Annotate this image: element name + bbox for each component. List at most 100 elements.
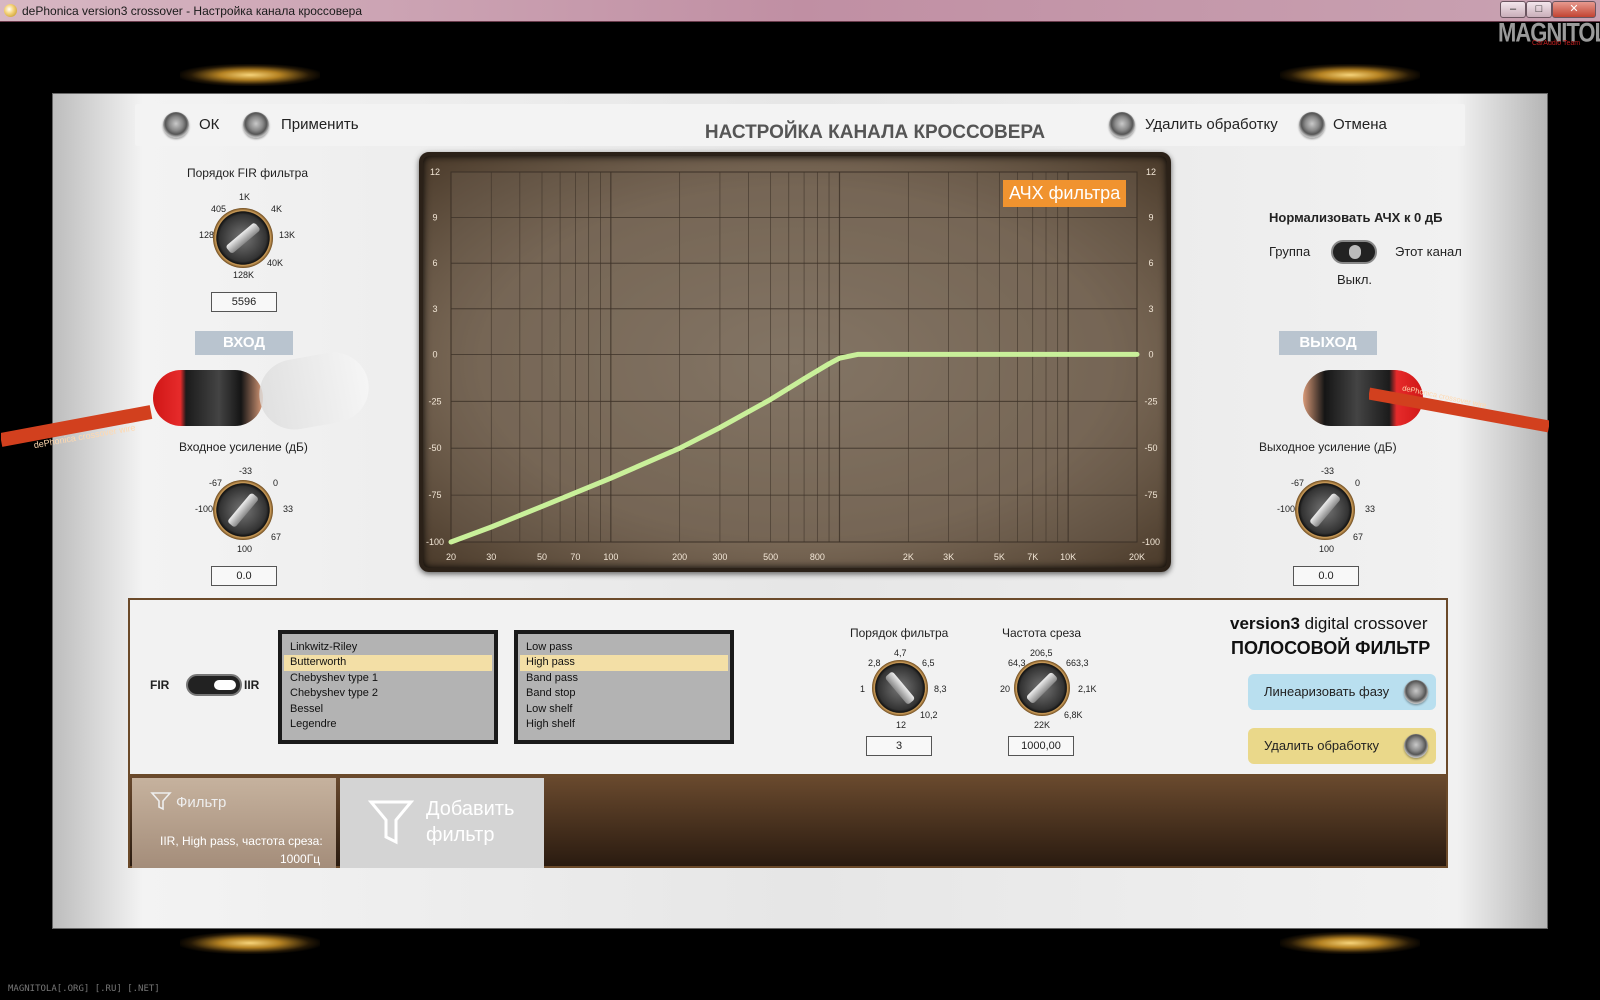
maximize-button[interactable]: □	[1526, 1, 1552, 18]
filter-order-value[interactable]: 3	[866, 736, 932, 756]
remove-filter-indicator	[1404, 734, 1428, 758]
remove-processing-button[interactable]	[1109, 112, 1135, 138]
filter-order-tick: 1	[860, 684, 866, 694]
fir-iir-toggle[interactable]	[186, 674, 242, 696]
types-option[interactable]: Bessel	[284, 702, 492, 717]
x-tick-label: 500	[763, 552, 778, 562]
remove-filter-button[interactable]: Удалить обработку	[1248, 728, 1436, 764]
fir-order-tick: 128K	[233, 270, 255, 280]
cutoff-tick: 20	[1000, 684, 1011, 694]
input-gain-tick: -33	[239, 466, 253, 476]
modes-option[interactable]: Band pass	[520, 671, 728, 686]
funnel-icon	[150, 792, 172, 811]
apply-button[interactable]	[243, 112, 269, 138]
filter-order-knob[interactable]	[872, 660, 928, 716]
y-tick-label: 0	[1148, 349, 1153, 359]
output-gain-knob[interactable]	[1295, 480, 1355, 540]
input-jack[interactable]	[153, 370, 263, 426]
x-tick-label: 20K	[1129, 552, 1145, 562]
y-tick-label: -50	[1144, 443, 1157, 453]
linearize-phase-label: Линеаризовать фазу	[1264, 684, 1390, 699]
types-option[interactable]: Legendre	[284, 717, 492, 732]
add-filter-button[interactable]: Добавить фильтр	[340, 778, 544, 868]
modes-option[interactable]: Band stop	[520, 686, 728, 701]
linearize-phase-button[interactable]: Линеаризовать фазу	[1248, 674, 1436, 710]
lamp-decor	[1280, 64, 1420, 86]
normalize-state: Выкл.	[1337, 272, 1373, 287]
types-option[interactable]: Chebyshev type 2	[284, 686, 492, 701]
cutoff-tick: 663,3	[1066, 658, 1089, 668]
y-tick-label: 0	[432, 349, 437, 359]
normalize-title: Нормализовать АЧХ к 0 дБ	[1269, 210, 1443, 225]
y-tick-label: 12	[1146, 167, 1156, 177]
input-gain-knob[interactable]	[213, 480, 273, 540]
types-option[interactable]: Butterworth	[284, 655, 492, 671]
filter-order-label: Порядок фильтра	[850, 626, 949, 640]
filter-order-tick: 12	[896, 720, 907, 730]
cutoff-tick: 22K	[1034, 720, 1051, 730]
cutoff-value[interactable]: 1000,00	[1008, 736, 1074, 756]
input-gain-tick: 67	[271, 532, 282, 542]
brand-rest: digital crossover	[1299, 614, 1428, 633]
main-panel: ОК Применить НАСТРОЙКА КАНАЛА КРОССОВЕРА…	[1, 93, 1549, 929]
input-jack-body	[253, 346, 375, 436]
types-option[interactable]: Linkwitz-Riley	[284, 640, 492, 655]
frequency-response-chart: 12 12 9 9 6 6 3 3 0 0 -25 -25 -50 -50 -75 -75 -100 -100 20…	[419, 152, 1171, 572]
x-tick-label: 100	[603, 552, 618, 562]
cutoff-tick: 206,5	[1030, 648, 1053, 658]
x-tick-label: 800	[810, 552, 825, 562]
x-tick-label: 5K	[994, 552, 1005, 562]
normalize-group-label: Группа	[1269, 244, 1311, 259]
cancel-label: Отмена	[1333, 116, 1387, 133]
input-gain-value[interactable]: 0.0	[211, 566, 277, 586]
fir-order-value[interactable]: 5596	[211, 292, 277, 312]
add-filter-line1: Добавить	[426, 798, 515, 820]
modes-option[interactable]: Low shelf	[520, 702, 728, 717]
fir-order-knob[interactable]	[213, 208, 273, 268]
x-tick-label: 200	[672, 552, 687, 562]
x-tick-label: 50	[537, 552, 547, 562]
top-toolbar: ОК Применить НАСТРОЙКА КАНАЛА КРОССОВЕРА…	[135, 104, 1465, 146]
y-tick-label: 9	[1148, 213, 1153, 223]
brand-line: version3 digital crossover	[1230, 614, 1428, 634]
funnel-icon	[368, 800, 414, 845]
modes-option[interactable]: High pass	[520, 655, 728, 671]
ok-button[interactable]	[163, 112, 189, 138]
fir-iir-toggle-thumb	[214, 680, 236, 690]
fir-order-tick: 405	[211, 204, 227, 214]
output-gain-value[interactable]: 0.0	[1293, 566, 1359, 586]
y-tick-label: 3	[1148, 304, 1153, 314]
y-tick-label: 6	[1148, 258, 1153, 268]
input-badge: ВХОД	[195, 331, 293, 355]
output-gain-tick: -67	[1291, 478, 1305, 488]
cancel-button[interactable]	[1299, 112, 1325, 138]
types-option[interactable]: Chebyshev type 1	[284, 671, 492, 686]
filter-card-desc: IIR, High pass, частота среза:	[160, 834, 323, 848]
modes-option[interactable]: Low pass	[520, 640, 728, 655]
filter-mode-list[interactable]: Low pass High pass Band pass Band stop Low s…	[514, 630, 734, 744]
dialog-title: НАСТРОЙКА КАНАЛА КРОССОВЕРА	[704, 122, 1046, 143]
fir-label: FIR	[150, 678, 170, 692]
filter-order-tick: 8,3	[934, 684, 947, 694]
output-gain-tick: 33	[1365, 504, 1376, 514]
minimize-button[interactable]: –	[1500, 1, 1526, 18]
y-tick-label: -100	[426, 537, 444, 547]
cutoff-label: Частота среза	[1002, 626, 1082, 640]
chart-svg: 12 129 96 63 30 0-25 -25-50 -50-75 -75-100 -10020…	[426, 167, 1160, 562]
output-gain-tick: 100	[1319, 544, 1335, 554]
app-icon	[4, 4, 17, 17]
footer-text: MAGNITOLA[.ORG] [.RU] [.NET]	[8, 984, 160, 994]
filter-card[interactable]: Фильтр IIR, High pass, частота среза: 10…	[132, 778, 336, 868]
filter-type-list[interactable]: Linkwitz-Riley Butterworth Chebyshev type …	[278, 630, 498, 744]
output-gain-tick: -33	[1321, 466, 1335, 476]
cutoff-knob[interactable]	[1014, 660, 1070, 716]
output-gain-tick: 0	[1355, 478, 1361, 488]
normalize-toggle[interactable]	[1331, 240, 1377, 264]
output-gain-label: Выходное усиление (дБ)	[1259, 440, 1397, 454]
x-tick-label: 30	[486, 552, 496, 562]
close-button[interactable]: ✕	[1552, 1, 1596, 18]
modes-option[interactable]: High shelf	[520, 717, 728, 732]
filter-order-tick: 6,5	[922, 658, 935, 668]
y-tick-label: -75	[428, 490, 441, 500]
x-tick-label: 10K	[1060, 552, 1076, 562]
